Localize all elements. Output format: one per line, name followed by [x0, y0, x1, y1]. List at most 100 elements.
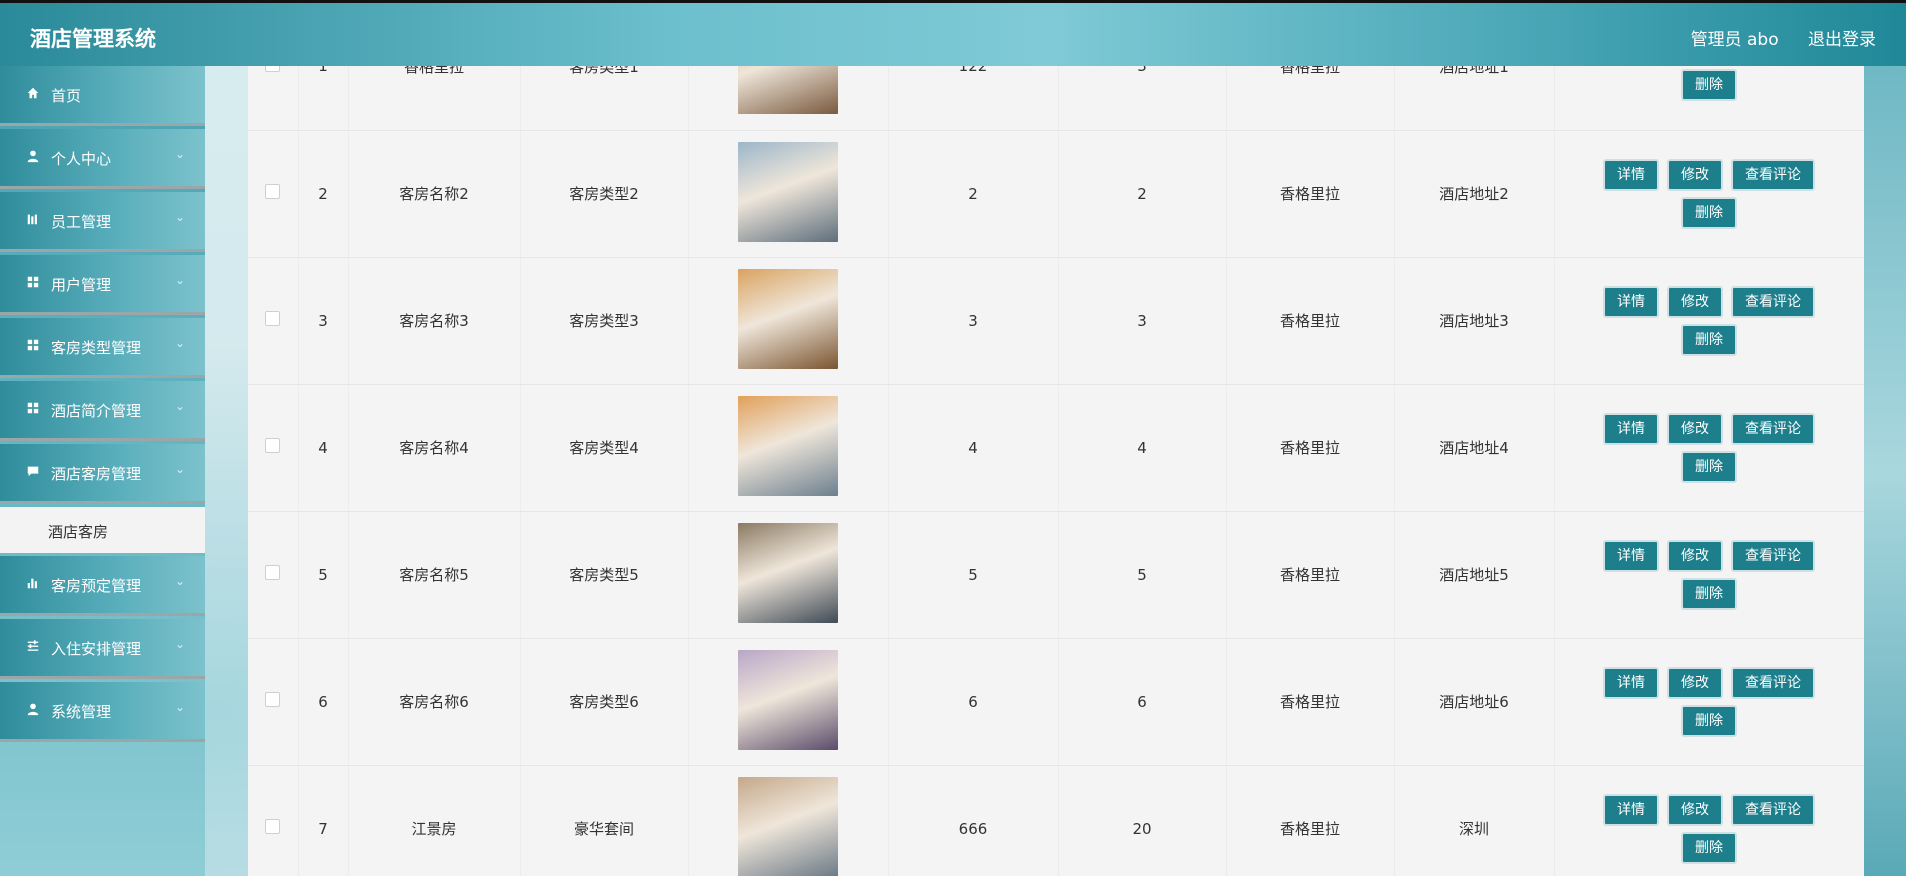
user-icon: [26, 702, 42, 718]
room-price: 122: [888, 66, 1059, 131]
room-table-panel: 1香格里拉客房类型11223香格里拉酒店地址1详情修改查看评论删除2客房名称2客…: [248, 66, 1864, 876]
chevron-down-icon: ⌄: [174, 399, 185, 413]
edit-button[interactable]: 修改: [1667, 539, 1723, 572]
room-name: 客房名称3: [348, 257, 521, 385]
sidebar-item-4[interactable]: 客房类型管理 ⌄: [0, 318, 205, 378]
detail-button[interactable]: 详情: [1603, 412, 1659, 445]
row-checkbox[interactable]: [265, 438, 281, 453]
room-type: 客房类型6: [520, 638, 689, 766]
chevron-down-icon: ⌄: [174, 462, 185, 476]
user-icon: [26, 149, 42, 165]
detail-button[interactable]: 详情: [1603, 793, 1659, 826]
hotel-address: 酒店地址4: [1394, 384, 1555, 512]
detail-button[interactable]: 详情: [1603, 285, 1659, 318]
room-price: 4: [888, 384, 1059, 512]
grid-icon: [26, 401, 42, 417]
view-comments-button[interactable]: 查看评论: [1731, 158, 1815, 191]
submenu-item-label: 酒店客房: [48, 523, 109, 541]
submenu-item-hotel-rooms[interactable]: 酒店客房: [0, 507, 205, 553]
sidebar-item-5[interactable]: 酒店简介管理 ⌄: [0, 381, 205, 441]
row-checkbox[interactable]: [265, 565, 281, 580]
view-comments-button[interactable]: 查看评论: [1731, 412, 1815, 445]
room-count: 20: [1058, 765, 1227, 876]
sidebar-item-0[interactable]: 首页: [0, 66, 205, 126]
table-row: 3 客房名称3 客房类型3 3 3 香格里拉 酒店地址3 详情 修改 查看评论 删除: [248, 257, 1864, 385]
row-index: 4: [298, 384, 349, 512]
edit-button[interactable]: 修改: [1667, 158, 1723, 191]
room-photo: [738, 522, 838, 623]
room-price: 666: [888, 765, 1059, 876]
sidebar-item-8[interactable]: 入住安排管理 ⌄: [0, 619, 205, 679]
sidebar-item-9[interactable]: 系统管理 ⌄: [0, 682, 205, 742]
room-name: 香格里拉: [348, 66, 521, 131]
detail-button[interactable]: 详情: [1603, 158, 1659, 191]
grid-icon: [26, 275, 42, 291]
edit-button[interactable]: 修改: [1667, 412, 1723, 445]
chevron-down-icon: ⌄: [174, 273, 185, 287]
delete-button[interactable]: 删除: [1681, 450, 1737, 483]
sidebar-item-7[interactable]: 客房预定管理 ⌄: [0, 556, 205, 616]
table-row: 4 客房名称4 客房类型4 4 4 香格里拉 酒店地址4 详情 修改 查看评论 删除: [248, 384, 1864, 512]
row-checkbox[interactable]: [265, 692, 281, 707]
row-checkbox[interactable]: [265, 819, 281, 834]
sidebar-item-label: 个人中心: [51, 150, 112, 168]
hotel-name: 香格里拉: [1226, 130, 1395, 258]
chevron-down-icon: ⌄: [174, 637, 185, 651]
sidebar-item-label: 酒店客房管理: [51, 465, 142, 483]
delete-button[interactable]: 删除: [1681, 323, 1737, 356]
room-type: 客房类型3: [520, 257, 689, 385]
room-price: 5: [888, 511, 1059, 639]
hotel-name: 香格里拉: [1226, 511, 1395, 639]
edit-button[interactable]: 修改: [1667, 793, 1723, 826]
room-price: 6: [888, 638, 1059, 766]
room-type: 豪华套间: [520, 765, 689, 876]
row-actions: 详情修改查看评论删除: [1554, 384, 1864, 512]
chevron-down-icon: ⌄: [174, 147, 185, 161]
top-bar: 酒店管理系统 管理员 abo 退出登录: [0, 0, 1906, 66]
bar-icon: [26, 212, 42, 228]
delete-button[interactable]: 删除: [1681, 196, 1737, 229]
view-comments-button[interactable]: 查看评论: [1731, 666, 1815, 699]
chevron-down-icon: ⌄: [174, 574, 185, 588]
room-type: 客房类型1: [520, 66, 689, 131]
sidebar-item-6[interactable]: 酒店客房管理 ⌄: [0, 444, 205, 504]
logout-link[interactable]: 退出登录: [1808, 30, 1876, 50]
room-count: 5: [1058, 511, 1227, 639]
detail-button[interactable]: 详情: [1603, 666, 1659, 699]
delete-button[interactable]: 删除: [1681, 831, 1737, 864]
view-comments-button[interactable]: 查看评论: [1731, 539, 1815, 572]
sidebar-item-1[interactable]: 个人中心 ⌄: [0, 129, 205, 189]
row-checkbox[interactable]: [265, 311, 281, 326]
room-type: 客房类型4: [520, 384, 689, 512]
view-comments-button[interactable]: 查看评论: [1731, 793, 1815, 826]
room-photo: [738, 776, 838, 876]
delete-button[interactable]: 删除: [1681, 69, 1737, 102]
view-comments-button[interactable]: 查看评论: [1731, 285, 1815, 318]
sidebar-item-label: 客房类型管理: [51, 339, 142, 357]
sidebar-item-3[interactable]: 用户管理 ⌄: [0, 255, 205, 315]
room-photo: [738, 649, 838, 750]
chevron-down-icon: ⌄: [174, 210, 185, 224]
right-decoration: [1863, 66, 1906, 876]
detail-button[interactable]: 详情: [1603, 539, 1659, 572]
row-checkbox[interactable]: [265, 66, 281, 72]
room-name: 客房名称5: [348, 511, 521, 639]
room-price: 2: [888, 130, 1059, 258]
edit-button[interactable]: 修改: [1667, 666, 1723, 699]
user-area: 管理员 abo 退出登录: [1667, 25, 1876, 50]
sidebar-item-2[interactable]: 员工管理 ⌄: [0, 192, 205, 252]
table-row: 5 客房名称5 客房类型5 5 5 香格里拉 酒店地址5 详情 修改 查看评论 删除: [248, 511, 1864, 639]
edit-button[interactable]: 修改: [1667, 285, 1723, 318]
row-index: 1: [298, 66, 349, 131]
row-actions: 详情修改查看评论删除: [1554, 66, 1864, 131]
room-name: 客房名称4: [348, 384, 521, 512]
hotel-name: 香格里拉: [1226, 257, 1395, 385]
row-index: 6: [298, 638, 349, 766]
delete-button[interactable]: 删除: [1681, 704, 1737, 737]
delete-button[interactable]: 删除: [1681, 577, 1737, 610]
room-name: 江景房: [348, 765, 521, 876]
room-count: 3: [1058, 257, 1227, 385]
room-count: 4: [1058, 384, 1227, 512]
row-checkbox[interactable]: [265, 184, 281, 199]
grid-icon: [26, 338, 42, 354]
